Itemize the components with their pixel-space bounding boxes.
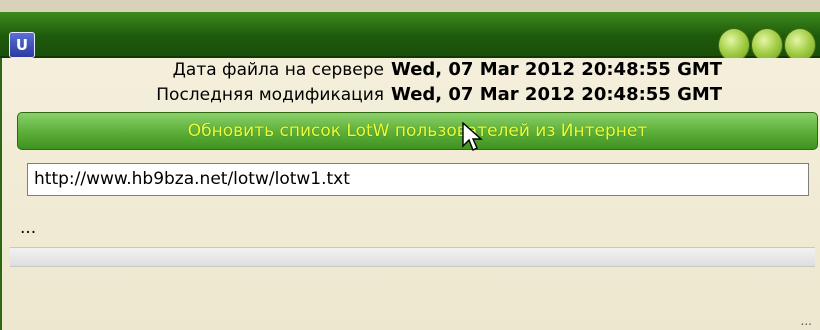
modified-value: Wed, 07 Mar 2012 20:48:55 GMT — [391, 84, 723, 105]
window-titlebar[interactable]: U — [0, 12, 820, 62]
progress-bar — [10, 247, 815, 267]
minimize-button[interactable] — [718, 28, 750, 62]
size-grip-icon[interactable]: ... — [801, 314, 812, 328]
app-logo-icon[interactable]: U — [9, 32, 35, 58]
modified-label: Последняя модификация — [156, 85, 384, 105]
mouse-cursor-icon — [462, 122, 483, 151]
close-button[interactable] — [784, 28, 816, 62]
server-date-value: Wed, 07 Mar 2012 20:48:55 GMT — [391, 59, 723, 80]
status-text: ... — [20, 218, 37, 238]
background-strip — [0, 0, 820, 12]
maximize-button[interactable] — [751, 28, 783, 62]
server-date-label: Дата файла на сервере — [172, 60, 384, 80]
url-field[interactable]: http://www.hb9bza.net/lotw/lotw1.txt — [27, 163, 809, 196]
update-lotw-list-button[interactable]: Обновить список LotW пользователей из Ин… — [17, 112, 818, 150]
